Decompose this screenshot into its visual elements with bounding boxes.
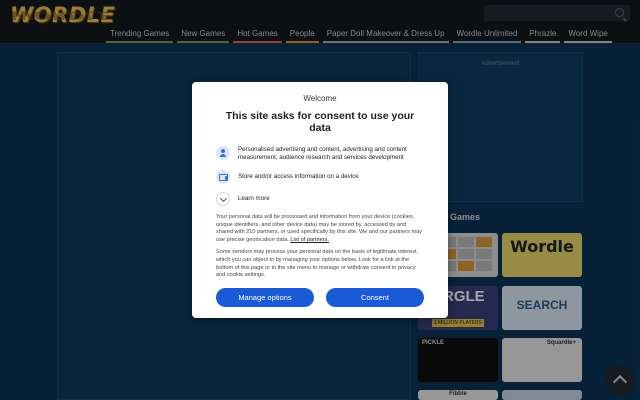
chevron-down-icon[interactable]: [216, 192, 230, 206]
person-icon: [216, 146, 230, 160]
consent-buttons: Manage options Consent: [216, 288, 424, 307]
learn-more-label[interactable]: Learn more: [238, 192, 270, 206]
consent-paragraph-2: Some vendors may process your personal d…: [216, 249, 419, 279]
consent-dialog: Welcome This site asks for consent to us…: [192, 82, 448, 318]
consent-button[interactable]: Consent: [326, 288, 424, 307]
learn-more-toggle[interactable]: Learn more: [216, 192, 424, 206]
dialog-welcome: Welcome: [303, 94, 337, 103]
manage-options-button[interactable]: Manage options: [216, 288, 314, 307]
purpose-device-storage: Store and/or access information on a dev…: [216, 170, 424, 184]
purpose-text: Personalised advertising and content, ad…: [238, 146, 407, 161]
purpose-personalised-ads: Personalised advertising and content, ad…: [216, 146, 424, 162]
device-icon: [216, 170, 230, 184]
dialog-title: This site asks for consent to use your d…: [225, 110, 415, 134]
list-of-partners-link[interactable]: List of partners.: [290, 237, 329, 243]
consent-paragraph-1: Your personal data will be processed and…: [216, 214, 424, 244]
purpose-text: Store and/or access information on a dev…: [238, 173, 359, 180]
